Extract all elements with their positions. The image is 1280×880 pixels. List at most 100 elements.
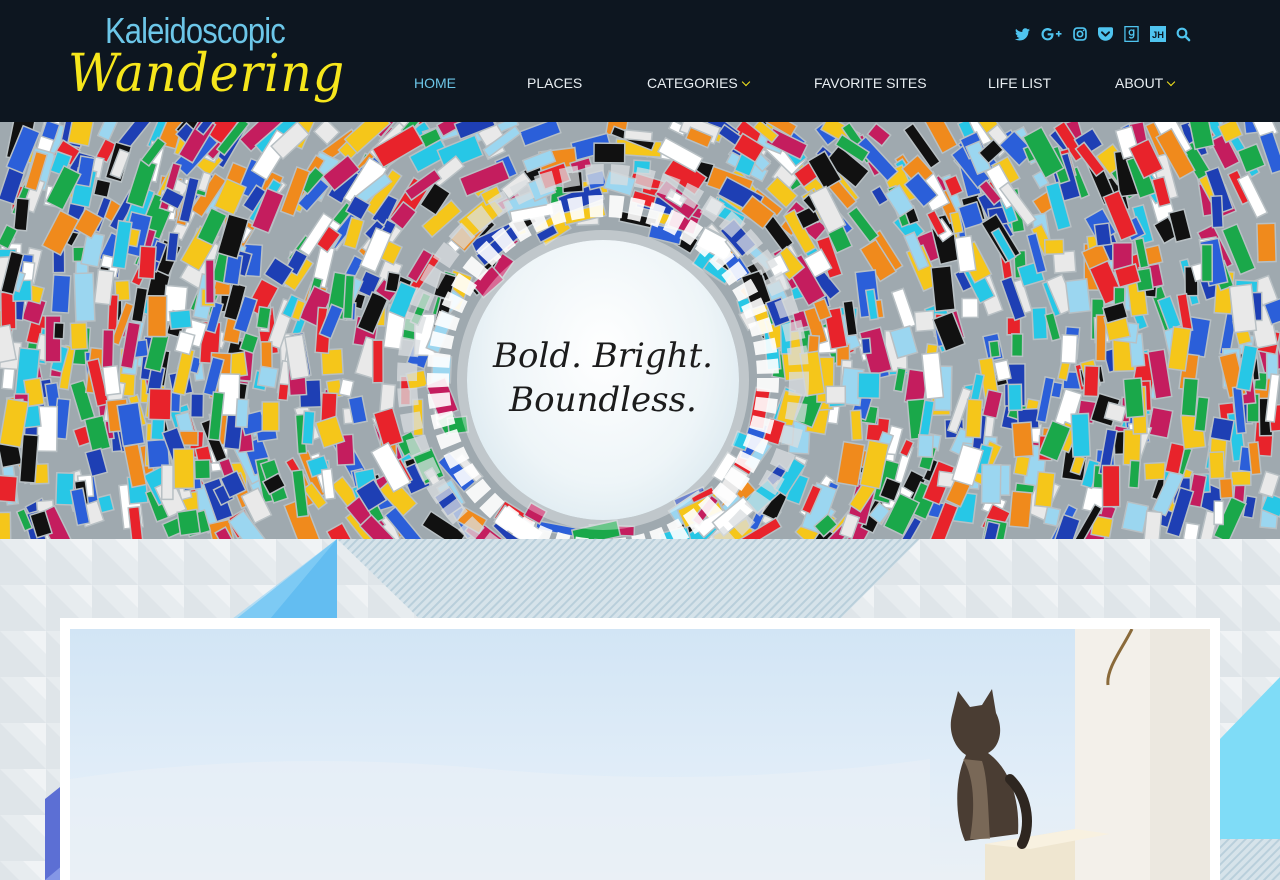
mosaic-tile [1209,416,1235,443]
mosaic-tile [1142,510,1163,539]
mosaic-tile [988,339,1001,359]
mosaic-tile [101,364,122,397]
mosaic-tile [204,259,215,304]
mosaic-tile [172,448,195,490]
mosaic-tile [1012,454,1031,477]
mosaic-tile [1031,306,1049,341]
mosaic-tile [930,264,956,313]
mosaic-tile [1122,377,1145,419]
mosaic-tile [1043,238,1065,256]
nav-item-about[interactable]: ABOUT [1115,72,1176,94]
google-plus-icon[interactable] [1040,24,1062,44]
mosaic-tile [1146,406,1174,439]
mosaic-tile [93,268,115,306]
mosaic-tile [913,309,936,333]
mosaic-tile [1213,500,1225,526]
mosaic-tile [137,245,157,280]
chevron-down-icon [1166,77,1176,87]
hero-tagline: Bold. Bright. Boundless. [478,334,728,422]
mosaic-tile [73,272,96,323]
mosaic-tile [1218,477,1234,500]
instagram-icon[interactable] [1071,24,1088,44]
mosaic-tile [1127,459,1142,489]
mosaic-tile [964,398,984,439]
mosaic-tile [234,398,250,429]
social-links: JH [1014,24,1192,44]
twitter-icon[interactable] [1014,24,1031,44]
mosaic-tile [860,337,872,355]
jh-icon[interactable]: JH [1149,24,1166,44]
mosaic-tile [1010,333,1024,358]
mosaic-tile [1208,450,1226,480]
mosaic-tile [0,474,19,503]
mosaic-tile [1182,521,1201,539]
mosaic-tile [623,128,654,143]
nav-item-categories[interactable]: CATEGORIES [647,72,751,94]
mosaic-tile [338,378,355,398]
mosaic-tile [993,359,1012,382]
mosaic-tile [256,365,279,389]
nav-item-places[interactable]: PLACES [527,72,582,94]
mosaic-tile [276,382,290,402]
chevron-down-icon [741,77,751,87]
nav-item-life-list[interactable]: LIFE LIST [988,72,1051,94]
mosaic-tile [1082,364,1100,398]
site-header: Kaleidoscopic Wandering JH HOME PLACES C… [0,0,1280,122]
mosaic-tile [1008,490,1033,529]
mosaic-tile [1060,334,1079,365]
site-logo[interactable]: Kaleidoscopic Wandering [68,8,344,112]
mosaic-tile [55,471,75,506]
mosaic-tile [825,385,847,405]
mosaic-tile [160,464,174,501]
mosaic-tile [176,508,201,537]
mosaic-tile [189,393,205,419]
cat-photo [70,629,1210,880]
mosaic-tile [222,253,244,286]
mosaic-tile [1230,470,1252,487]
mosaic-tile [1043,505,1062,527]
mosaic-tile [1200,243,1213,283]
mosaic-tile [1006,316,1022,336]
nav-item-about-label: ABOUT [1115,75,1164,91]
mosaic-tile [50,274,72,314]
search-icon[interactable] [1175,24,1192,44]
mosaic-tile [1121,501,1150,534]
mosaic-tile [1210,194,1224,229]
mosaic-tile [1228,283,1258,334]
mosaic-tile [193,459,212,480]
mosaic-tile [101,328,115,370]
mosaic-tile [255,305,272,330]
mosaic-tile [147,387,173,421]
mosaic-tile [52,321,65,340]
mosaic-tile [92,178,112,199]
mosaic-tile [1070,412,1092,458]
mosaic-tile [849,409,864,442]
mosaic-tile [342,274,356,320]
mosaic-tile [1007,383,1023,412]
mosaic-tile [980,463,1002,505]
jh-icon-label: JH [1152,30,1164,40]
pocket-icon[interactable] [1097,24,1114,44]
hero-tagline-line2: Boundless. [509,380,697,420]
mosaic-tile [1033,470,1056,509]
hero-tagline-line1: Bold. Bright. [493,336,713,376]
mosaic-tile [69,321,89,351]
mosaic-tile [916,433,935,459]
mosaic-tile [165,231,180,263]
featured-post-image[interactable] [70,629,1210,880]
goodreads-icon[interactable] [1123,24,1140,44]
mosaic-tile [168,308,193,331]
mosaic-tile [1064,278,1092,315]
mosaic-tile [921,351,945,400]
mosaic-tile [0,511,12,539]
mosaic-tile [1011,421,1035,458]
mosaic-tile [593,142,626,164]
mosaic-tile [301,410,316,446]
mosaic-tile [1143,461,1167,481]
mosaic-tile [1101,464,1121,508]
nav-item-home[interactable]: HOME [414,72,456,94]
mosaic-tile [261,401,280,432]
nav-item-favorite-sites[interactable]: FAVORITE SITES [814,72,927,94]
mosaic-tile [146,294,168,338]
mosaic-tile [961,297,979,319]
